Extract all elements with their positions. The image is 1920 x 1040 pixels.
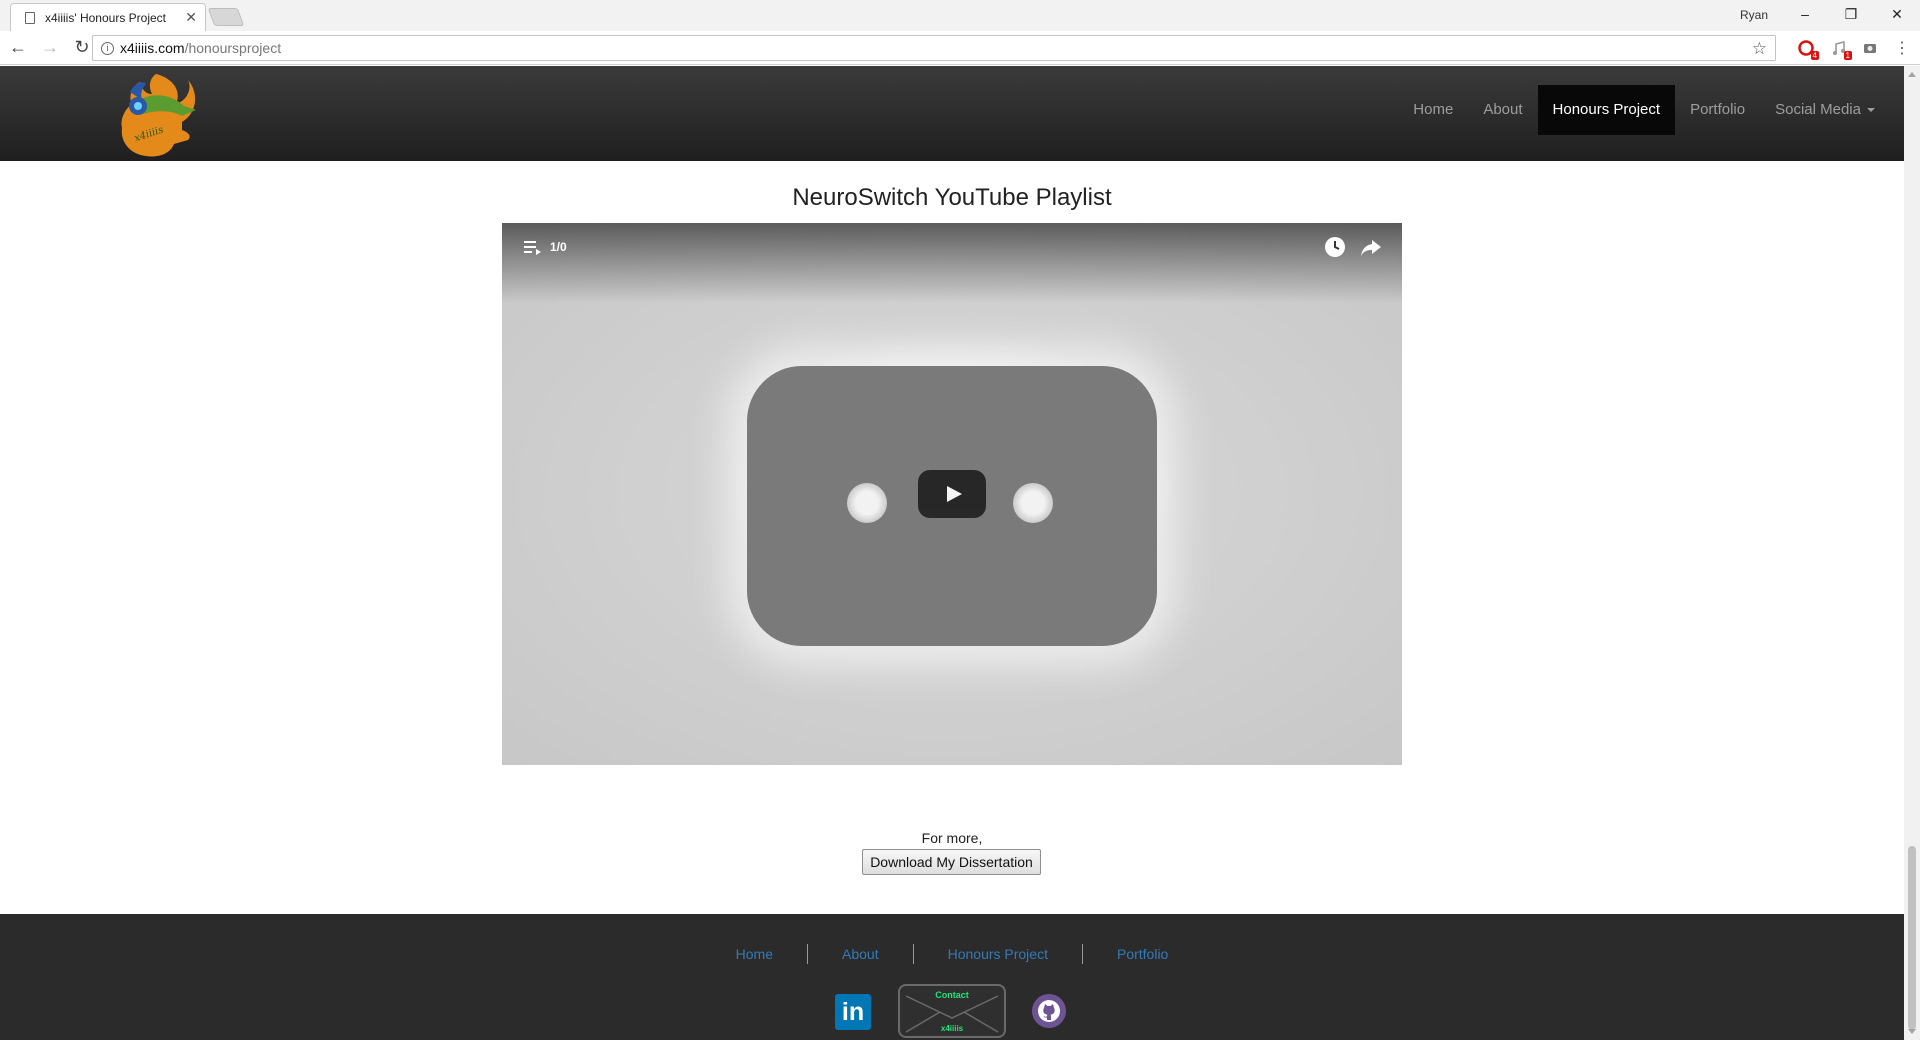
thumbnail-dot (1013, 483, 1053, 523)
browser-menu-icon[interactable]: ⋮ (1892, 38, 1912, 58)
nav-social-media-dropdown[interactable]: Social Media (1760, 85, 1890, 135)
page-scrollbar[interactable] (1904, 66, 1920, 1040)
thumbnail-dot (847, 483, 887, 523)
window-controls: – ❐ ✕ (1782, 0, 1920, 28)
url-host: x4iiiis.com (120, 40, 185, 56)
footer-link-home[interactable]: Home (702, 946, 807, 962)
browser-toolbar: ← → ↻ i x4iiiis.com/honoursproject ☆ (0, 31, 1920, 65)
download-dissertation-button[interactable]: Download My Dissertation (862, 849, 1041, 875)
profile-name[interactable]: Ryan (1740, 8, 1768, 22)
address-bar[interactable]: i x4iiiis.com/honoursproject ☆ (92, 35, 1776, 61)
play-icon (946, 486, 962, 502)
nav-portfolio[interactable]: Portfolio (1675, 85, 1760, 135)
restore-button[interactable]: ❐ (1828, 0, 1874, 28)
scroll-up-icon[interactable] (1908, 72, 1916, 77)
tab-title: x4iiiis' Honours Project (45, 10, 167, 25)
scroll-thumb[interactable] (1908, 846, 1916, 1030)
nav-honours-project[interactable]: Honours Project (1537, 85, 1676, 135)
footer-links: Home About Honours Project Portfolio (0, 944, 1904, 964)
camera-extension-icon[interactable] (1860, 38, 1880, 58)
contact-label: Contact (935, 990, 969, 1000)
page-title: NeuroSwitch YouTube Playlist (792, 184, 1112, 211)
video-top-overlay (502, 223, 1402, 303)
nav-about[interactable]: About (1468, 85, 1537, 135)
play-button[interactable] (918, 470, 986, 518)
youtube-playlist-embed[interactable]: 1/0 (502, 223, 1402, 765)
bookmark-star-icon[interactable]: ☆ (1752, 39, 1767, 59)
browser-tabstrip: x4iiiis' Honours Project ✕ Ryan – ❐ ✕ (0, 0, 1920, 31)
forward-icon[interactable]: → (36, 34, 64, 62)
footer-link-about[interactable]: About (808, 946, 913, 962)
new-tab-button[interactable] (207, 8, 245, 26)
nav-home[interactable]: Home (1398, 85, 1468, 135)
github-icon[interactable] (1032, 994, 1066, 1028)
footer-link-portfolio[interactable]: Portfolio (1083, 946, 1202, 962)
browser-tab[interactable]: x4iiiis' Honours Project ✕ (10, 3, 206, 31)
contact-sublabel: x4iiiis (940, 1024, 964, 1033)
site-nav-links: Home About Honours Project Portfolio Soc… (1398, 85, 1890, 135)
for-more-text: For more, (921, 830, 983, 846)
playlist-count: 1/0 (550, 240, 567, 254)
extension-badge: 1 (1843, 51, 1852, 60)
site-info-icon[interactable]: i (101, 41, 114, 55)
url-path: /honoursproject (184, 40, 282, 56)
music-extension-icon[interactable]: 1 (1829, 38, 1852, 60)
back-icon[interactable]: ← (4, 34, 32, 62)
minimize-button[interactable]: – (1782, 0, 1828, 28)
caret-down-icon (1867, 108, 1875, 113)
tab-close-icon[interactable]: ✕ (185, 9, 197, 26)
opera-adblock-icon[interactable]: 4 (1796, 38, 1819, 60)
clock-icon[interactable] (1324, 236, 1346, 263)
site-navbar: x4iiiis Home About Honours Project Portf… (0, 66, 1904, 161)
extension-badge: 4 (1810, 51, 1819, 60)
close-window-button[interactable]: ✕ (1874, 0, 1920, 28)
contact-envelope-icon[interactable]: Contact x4iiiis (898, 984, 1006, 1038)
page-icon (25, 11, 35, 24)
share-icon[interactable] (1360, 236, 1382, 263)
playlist-icon[interactable] (524, 239, 542, 260)
linkedin-icon[interactable]: in (835, 994, 871, 1030)
site-logo[interactable]: x4iiiis (112, 70, 200, 160)
site-footer: Home About Honours Project Portfolio in … (0, 914, 1904, 1040)
nav-social-media-label: Social Media (1775, 101, 1861, 118)
scroll-down-icon[interactable] (1908, 1029, 1916, 1034)
footer-link-honours-project[interactable]: Honours Project (914, 946, 1082, 962)
